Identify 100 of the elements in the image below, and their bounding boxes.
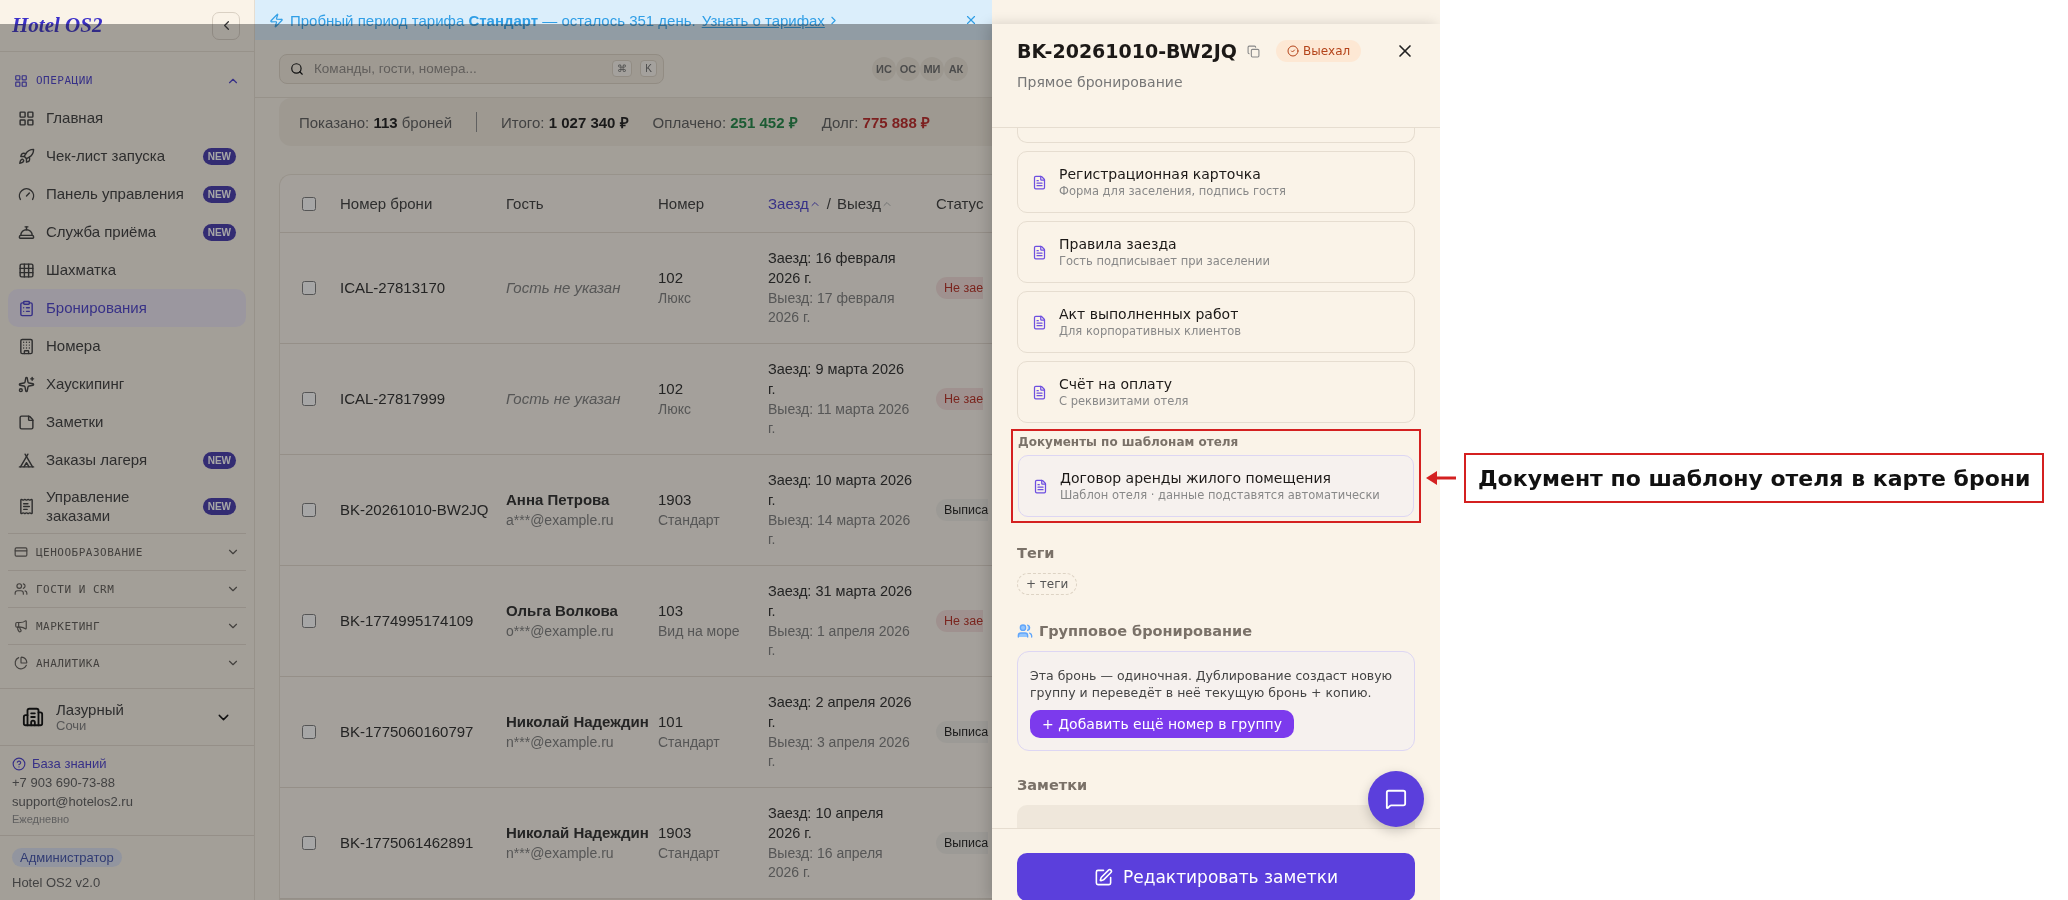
nav-section-header[interactable]: МАРКЕТИНГ <box>8 607 246 644</box>
lightning-icon <box>269 12 284 28</box>
nav-item[interactable]: Управление заказами NEW <box>8 479 246 533</box>
user-avatar[interactable]: АК <box>944 56 968 81</box>
building-icon <box>22 706 44 728</box>
booking-number: BK-1775061462891 <box>340 833 475 854</box>
nav-item[interactable]: Главная <box>8 99 246 137</box>
group-description: Эта бронь — одиночная. Дублирование создаст новую группу и переведёт в неё текущую бронь + копию. <box>1030 668 1394 702</box>
nav-section-header[interactable]: ЦЕНООБРАЗОВАНИЕ <box>8 533 246 570</box>
room-type: Стандарт <box>658 733 721 753</box>
document-card[interactable]: Счёт на оплату С реквизитами отеля <box>1017 361 1415 423</box>
phone-number: +7 903 690-73-88 <box>12 775 116 790</box>
sparkles-icon <box>18 375 35 393</box>
nav-item[interactable]: Шахматка <box>8 251 246 289</box>
tent-icon <box>18 451 35 469</box>
room-type: Стандарт <box>658 844 721 864</box>
nav-section-header[interactable]: ОПЕРАЦИИ <box>8 62 246 99</box>
room-number: 1903 <box>658 823 693 844</box>
row-checkbox[interactable] <box>302 392 316 406</box>
status-badge: Выписа <box>936 499 989 521</box>
clipboard-icon <box>18 299 35 317</box>
nav-item[interactable]: Заметки <box>8 403 246 441</box>
nav-item[interactable]: Чек-лист запуска NEW <box>8 137 246 175</box>
room-type: Стандарт <box>658 511 721 531</box>
grid-icon <box>18 109 35 127</box>
booking-number: BK-1774995174109 <box>340 611 475 632</box>
close-icon[interactable] <box>964 13 978 27</box>
nav-item[interactable]: Номера <box>8 327 246 365</box>
document-card[interactable]: Правила заезда Гость подписывает при заселении <box>1017 221 1415 283</box>
column-header[interactable]: Заезд <box>768 195 821 212</box>
new-badge: NEW <box>202 497 236 515</box>
column-header: Гость <box>506 195 545 212</box>
checkin-date: Заезд: 31 марта 2026 г. <box>768 582 913 622</box>
status-badge: Не зае <box>936 610 984 632</box>
search-input[interactable]: Команды, гости, номера... <box>312 60 605 77</box>
document-description: Шаблон отеля · данные подставятся автоматически <box>1060 488 1380 502</box>
checkin-date: Заезд: 9 марта 2026 г. <box>768 360 906 400</box>
column-header: Статус <box>936 195 985 212</box>
status-badge: Не зае <box>936 277 984 299</box>
copy-icon[interactable] <box>1246 44 1260 58</box>
knowledge-base-link[interactable]: База знаний <box>12 756 242 771</box>
chat-button[interactable] <box>1368 771 1424 827</box>
row-checkbox[interactable] <box>302 614 316 628</box>
guest-name: Николай Надеждин <box>506 712 650 733</box>
help-icon <box>12 756 26 771</box>
people-icon <box>1017 623 1033 639</box>
user-avatar[interactable]: МИ <box>920 56 944 81</box>
document-title: Правила заезда <box>1059 236 1178 252</box>
notes-field[interactable] <box>1017 804 1415 828</box>
guest-email: n***@example.ru <box>506 844 615 864</box>
role-badge: Администратор <box>12 848 122 867</box>
new-badge: NEW <box>202 147 236 165</box>
nav-item[interactable]: Служба приёма NEW <box>8 213 246 251</box>
edit-notes-button[interactable]: Редактировать заметки <box>1017 853 1415 900</box>
nav-item[interactable]: Бронирования <box>8 289 246 327</box>
document-icon <box>1032 314 1047 330</box>
checkout-date: Выезд: 3 апреля 2026 г. <box>768 732 911 772</box>
arrow <box>1426 471 1456 485</box>
status-badge: Не зае <box>936 388 984 410</box>
megaphone-icon <box>14 619 28 633</box>
checkout-date: Выезд: 16 апреля 2026 г. <box>768 843 884 883</box>
gauge-icon <box>18 185 35 203</box>
booking-number: BK-1775060160797 <box>340 722 475 743</box>
section-heading: Документы по шаблонам отеля <box>1018 435 1240 449</box>
row-checkbox[interactable] <box>302 503 316 517</box>
nav-section-header[interactable]: ГОСТИ И CRM <box>8 570 246 607</box>
section-heading: Теги <box>1017 545 1055 561</box>
select-all-checkbox[interactable] <box>302 196 316 211</box>
nav-item[interactable]: Хаускипинг <box>8 365 246 403</box>
users-icon <box>14 582 28 596</box>
booking-number: ICAL-27817999 <box>340 389 447 410</box>
app-version: Hotel OS2 v2.0 <box>12 875 101 890</box>
nav-section-header[interactable]: АНАЛИТИКА <box>8 644 246 681</box>
hotel-selector[interactable]: Лазурный Сочи <box>0 688 254 745</box>
user-avatar[interactable]: ИС <box>872 56 896 81</box>
edit-icon <box>1094 867 1113 887</box>
check-circle-icon <box>1286 45 1299 57</box>
document-description: Для корпоративных клиентов <box>1059 324 1241 338</box>
column-header[interactable]: Выезд <box>836 195 893 212</box>
room-number: 102 <box>658 379 685 400</box>
nav-item[interactable]: Панель управления NEW <box>8 175 246 213</box>
collapse-button[interactable] <box>212 11 240 40</box>
checkout-date: Выезд: 1 апреля 2026 г. <box>768 621 911 661</box>
search-icon <box>290 61 304 76</box>
booking-title: BK-20261010-BW2JQ <box>1017 40 1237 62</box>
add-room-button[interactable]: + Добавить ещё номер в группу <box>1030 709 1295 738</box>
user-avatar[interactable]: ОС <box>896 56 920 81</box>
support-email: support@hotelos2.ru <box>12 794 134 809</box>
hotel-city: Сочи <box>56 718 88 733</box>
row-checkbox[interactable] <box>302 281 316 295</box>
row-checkbox[interactable] <box>302 836 316 850</box>
document-card[interactable]: Акт выполненных работ Для корпоративных клиентов <box>1017 291 1415 353</box>
row-checkbox[interactable] <box>302 725 316 739</box>
search-field[interactable]: Команды, гости, номера... ⌘ K <box>279 53 664 84</box>
nav-item[interactable]: Заказы лагеря NEW <box>8 441 246 479</box>
hotel-name: Лазурный <box>56 701 125 718</box>
document-card[interactable]: Регистрационная карточка Форма для заселения, подпись гостя <box>1017 151 1415 213</box>
column-header: Номер <box>658 195 706 212</box>
document-card[interactable]: Договор аренды жилого помещения Шаблон отеля · данные подставятся автоматически <box>1018 455 1414 517</box>
room-number: 101 <box>658 712 685 733</box>
